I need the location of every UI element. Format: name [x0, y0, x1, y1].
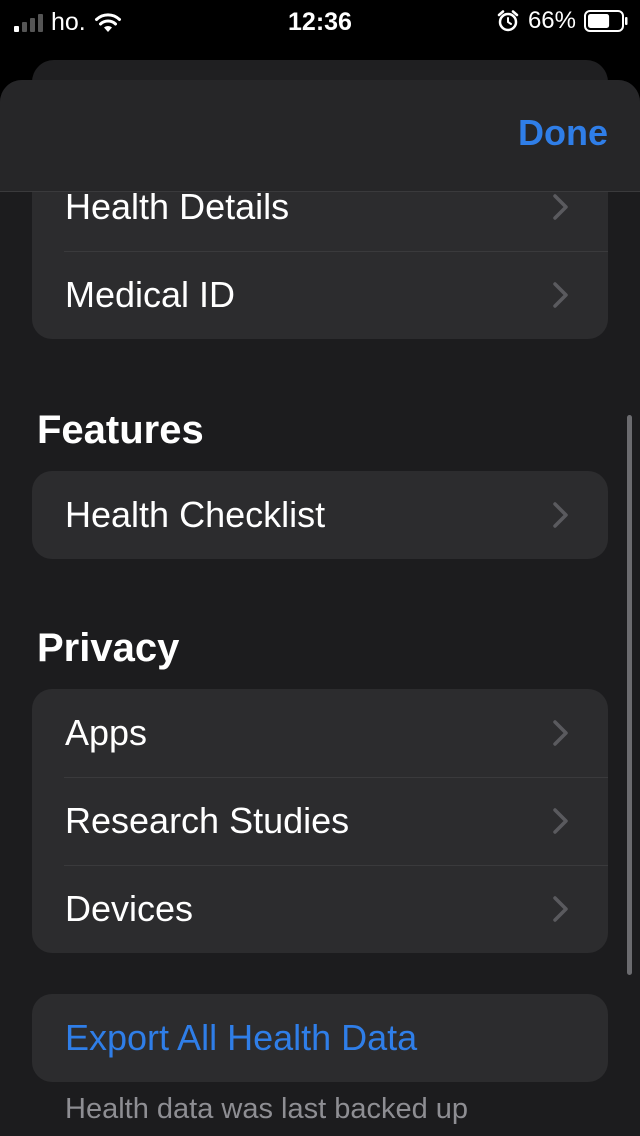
done-button[interactable]: Done — [518, 112, 608, 154]
chevron-right-icon — [553, 282, 568, 308]
battery-icon — [584, 10, 628, 32]
scrollbar[interactable] — [627, 415, 632, 975]
row-label: Research Studies — [65, 800, 350, 841]
row-label: Medical ID — [65, 274, 236, 315]
backup-footnote: Health data was last backed up — [65, 1093, 469, 1125]
section-header-features: Features — [37, 408, 204, 452]
sheet-nav-bar: Done — [0, 80, 640, 192]
row-label: Apps — [65, 712, 148, 753]
features-group: Health Checklist — [32, 471, 608, 559]
row-health-checklist[interactable]: Health Checklist — [32, 471, 608, 559]
chevron-right-icon — [553, 502, 568, 528]
sheet-content: Health Details Medical ID Features Healt… — [0, 80, 640, 1136]
row-devices[interactable]: Devices — [32, 865, 608, 953]
export-health-data-button[interactable]: Export All Health Data — [32, 994, 608, 1082]
status-bar-right: 66% — [496, 7, 628, 35]
chevron-right-icon — [553, 808, 568, 834]
alarm-clock-icon — [497, 10, 519, 32]
export-group: Export All Health Data — [32, 994, 608, 1082]
chevron-right-icon — [553, 194, 568, 220]
row-medical-id[interactable]: Medical ID — [32, 251, 608, 339]
chevron-right-icon — [553, 720, 568, 746]
export-label: Export All Health Data — [65, 1017, 418, 1058]
row-label: Health Checklist — [65, 494, 326, 535]
row-apps[interactable]: Apps — [32, 689, 608, 777]
battery-percentage: 66% — [527, 7, 576, 34]
privacy-group: Apps Research Studies Devices — [32, 689, 608, 953]
chevron-right-icon — [553, 896, 568, 922]
health-profile-sheet: Done Health Details Medical ID Features … — [0, 80, 640, 1136]
status-bar: ho. 12:36 66% — [0, 0, 640, 42]
row-label: Health Details — [65, 186, 290, 227]
row-label: Devices — [65, 888, 194, 929]
row-research-studies[interactable]: Research Studies — [32, 777, 608, 865]
section-header-privacy: Privacy — [37, 626, 180, 670]
